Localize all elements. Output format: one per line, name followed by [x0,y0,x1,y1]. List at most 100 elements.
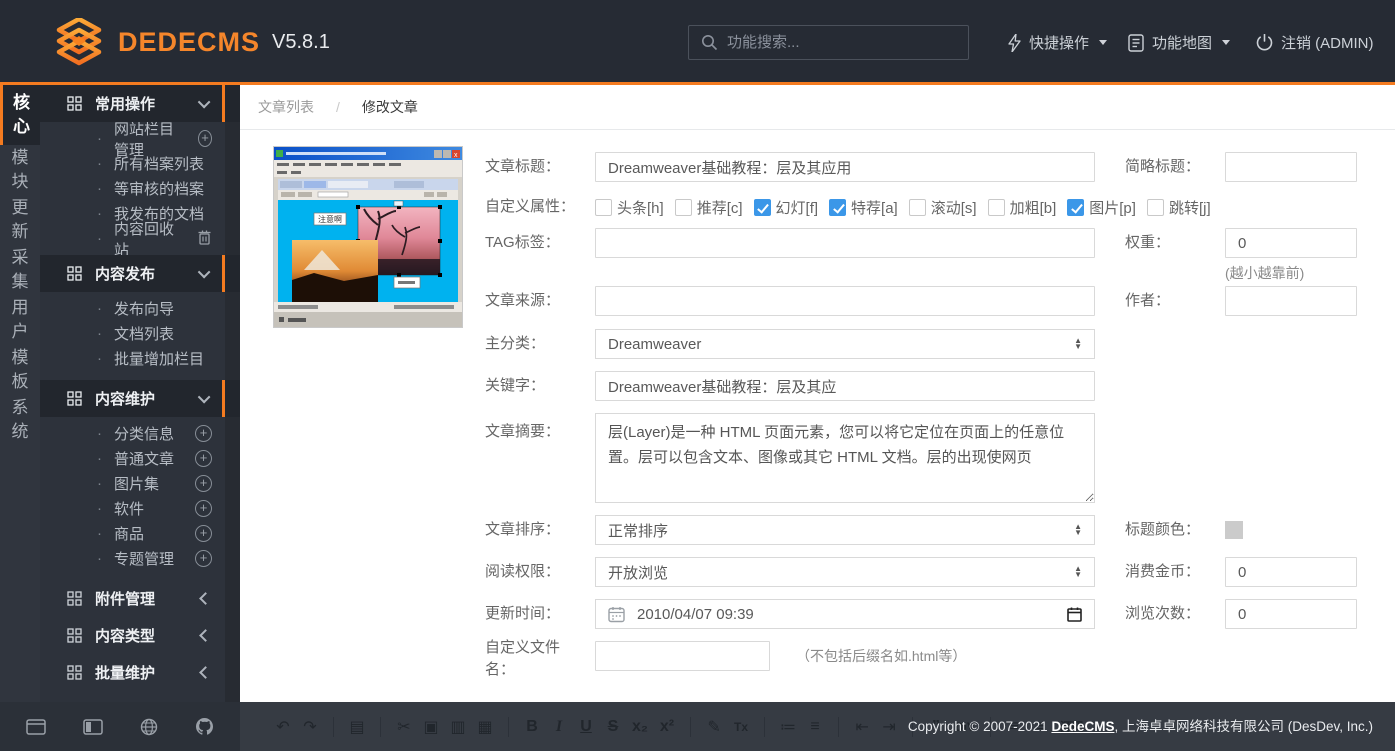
side-tab-users[interactable]: 用户 [0,295,40,345]
sidebar-group-attachments[interactable]: 附件管理 [40,580,240,617]
search-input[interactable] [727,34,947,51]
format-painter-icon[interactable]: ✎ [706,717,722,737]
plus-icon[interactable]: + [195,500,212,517]
keywords-input[interactable] [595,371,1095,401]
function-search[interactable] [688,25,969,60]
paste-word-icon[interactable]: ▦ [477,717,493,737]
side-tab-modules[interactable]: 模块 [0,145,40,195]
breadcrumb-article-list[interactable]: 文章列表 [258,97,314,117]
unordered-list-icon[interactable]: ≡ [807,718,823,736]
checkbox[interactable] [988,199,1005,216]
subscript-icon[interactable]: x₂ [632,718,648,736]
logout-button[interactable]: 注销 (ADMIN) [1256,0,1374,85]
ordered-list-icon[interactable]: ≔ [780,717,796,737]
summary-textarea[interactable]: 层(Layer)是一种 HTML 页面元素，您可以将它定位在页面上的任意位置。层… [595,413,1095,503]
sidebar-item-image-gallery[interactable]: ·图片集+ [40,471,240,496]
bold-icon[interactable]: B [524,718,540,736]
quick-actions-menu[interactable]: 快捷操作 [1008,0,1107,85]
redo-icon[interactable]: ↷ [302,717,318,737]
article-thumbnail[interactable]: x 注意啊 [273,146,463,328]
checkbox-headline[interactable]: 头条[h] [595,197,664,218]
title-color-swatch[interactable] [1225,521,1243,539]
sidebar-group-comments[interactable]: 评论管理 [40,691,240,702]
side-tab-core[interactable]: 核心 [0,85,40,145]
globe-icon[interactable] [140,718,158,736]
sort-select[interactable]: 正常排序 ▲▼ [595,515,1095,545]
checkbox-recommend[interactable]: 推荐[c] [675,197,743,218]
plus-icon[interactable]: + [195,475,212,492]
plus-icon[interactable]: + [195,550,212,567]
side-tab-system[interactable]: 系统 [0,395,40,445]
checkbox-special[interactable]: 特荐[a] [829,197,898,218]
sidebar-group-content-maintain[interactable]: 内容维护 [40,380,240,417]
plus-icon[interactable]: + [195,450,212,467]
sidebar-group-content-publish[interactable]: 内容发布 [40,255,240,292]
layout-toggle-icon[interactable] [83,719,103,735]
sidebar-item-normal-article[interactable]: ·普通文章+ [40,446,240,471]
date-picker-icon[interactable] [1067,607,1082,622]
update-time-picker[interactable]: 2010/04/07 09:39 [595,599,1095,629]
indent-icon[interactable]: ⇥ [881,717,897,737]
sidebar-item-publish-wizard[interactable]: ·发布向导 [40,296,240,321]
new-doc-icon[interactable]: ▤ [349,717,365,737]
checkbox[interactable] [675,199,692,216]
dedecms-link[interactable]: DedeCMS [1051,719,1114,734]
checkbox-picture[interactable]: 图片[p] [1067,197,1136,218]
sidebar-item-classified-info[interactable]: ·分类信息+ [40,421,240,446]
underline-icon[interactable]: U [578,718,594,736]
checkbox[interactable] [754,199,771,216]
sidebar-item-batch-add-columns[interactable]: ·批量增加栏目 [40,346,240,371]
sidebar-item-special-topics[interactable]: ·专题管理+ [40,546,240,571]
checkbox[interactable] [1147,199,1164,216]
checkbox-slide[interactable]: 幻灯[f] [754,197,819,218]
author-input[interactable] [1225,286,1357,316]
filename-input[interactable] [595,641,770,671]
sidebar-item-pending-archives[interactable]: ·等审核的档案 [40,176,240,201]
checkbox-scroll[interactable]: 滚动[s] [909,197,977,218]
category-select[interactable]: Dreamweaver ▲▼ [595,329,1095,359]
source-input[interactable] [595,286,1095,316]
sidebar-item-document-list[interactable]: ·文档列表 [40,321,240,346]
outdent-icon[interactable]: ⇤ [854,717,870,737]
sidebar-group-batch-maintain[interactable]: 批量维护 [40,654,240,691]
app-logo[interactable]: DEDECMS V5.8.1 [54,18,330,66]
paste-icon[interactable]: ▥ [450,717,466,737]
plus-icon[interactable]: + [195,525,212,542]
side-tab-collect[interactable]: 采集 [0,245,40,295]
views-input[interactable] [1225,599,1357,629]
weight-input[interactable] [1225,228,1357,258]
copy-icon[interactable]: ▣ [423,717,439,737]
plus-icon[interactable]: + [195,425,212,442]
undo-icon[interactable]: ↶ [275,717,291,737]
sidebar-item-goods[interactable]: ·商品+ [40,521,240,546]
sidebar-item-recycle-bin[interactable]: ·内容回收站 [40,226,240,251]
read-access-select[interactable]: 开放浏览 ▲▼ [595,557,1095,587]
checkbox[interactable] [829,199,846,216]
sidebar-group-content-types[interactable]: 内容类型 [40,617,240,654]
github-icon[interactable] [195,717,214,736]
checkbox[interactable] [1067,199,1084,216]
tags-input[interactable] [595,228,1095,258]
checkbox-jump[interactable]: 跳转[j] [1147,197,1211,218]
checkbox-bold[interactable]: 加粗[b] [988,197,1057,218]
sidebar-item-site-columns[interactable]: ·网站栏目管理+ [40,126,240,151]
short-title-input[interactable] [1225,152,1357,182]
italic-icon[interactable]: I [551,718,567,736]
side-tab-update[interactable]: 更新 [0,195,40,245]
side-tab-templates[interactable]: 模板 [0,345,40,395]
feature-map-menu[interactable]: 功能地图 [1128,0,1230,85]
superscript-icon[interactable]: x² [659,718,675,736]
plus-icon[interactable]: + [198,130,212,147]
checkbox[interactable] [909,199,926,216]
remove-format-icon[interactable]: Tx [733,720,749,734]
sidebar-item-software[interactable]: ·软件+ [40,496,240,521]
cut-icon[interactable]: ✂ [396,717,412,737]
strikethrough-icon[interactable]: S [605,718,621,736]
trash-icon[interactable] [197,229,212,249]
window-icon[interactable] [26,719,46,735]
title-input[interactable] [595,152,1095,182]
sidebar-item-all-archives[interactable]: ·所有档案列表 [40,151,240,176]
checkbox[interactable] [595,199,612,216]
coin-input[interactable] [1225,557,1357,587]
sidebar-group-common-ops[interactable]: 常用操作 [40,85,240,122]
